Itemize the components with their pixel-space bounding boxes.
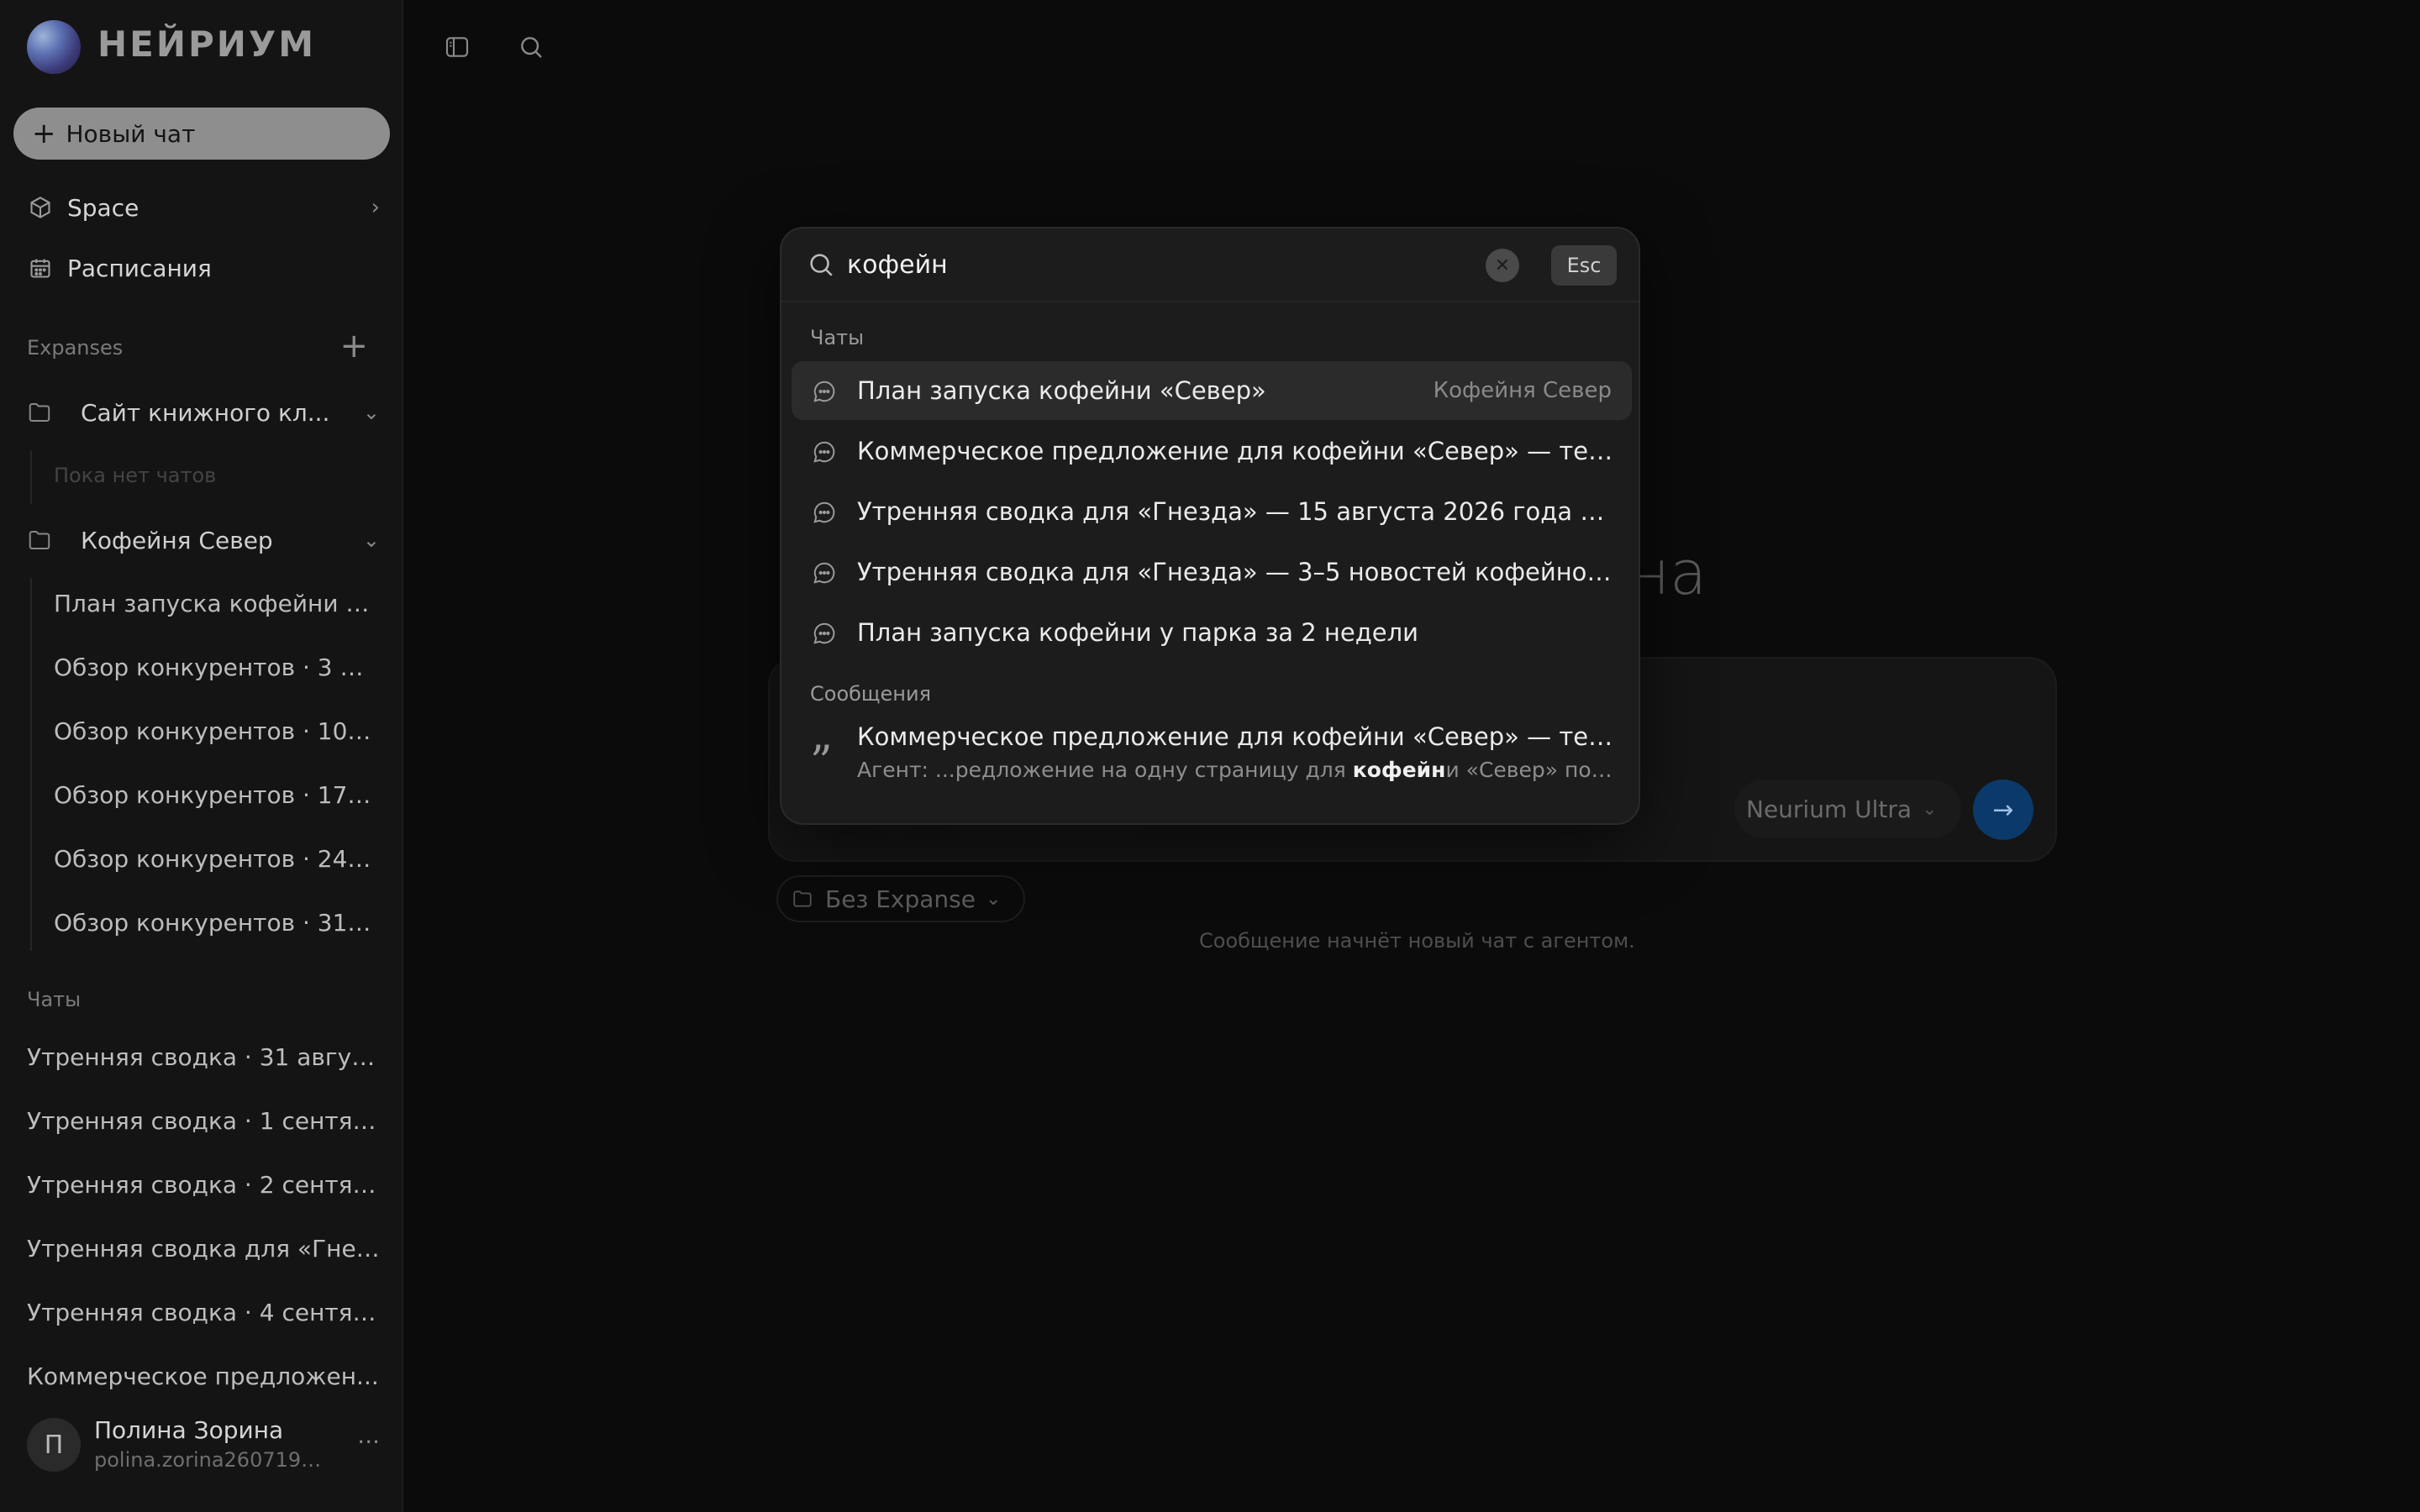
chat-item[interactable]: Коммерческое предложен...: [27, 1362, 380, 1390]
result-title: Утренняя сводка для «Гнезда» — 3–5 новос…: [857, 558, 1613, 586]
sidebar-item-label: Space: [67, 193, 139, 222]
result-title: Коммерческое предложение для кофейни «Се…: [857, 437, 1613, 465]
chat-bubble-icon: [812, 379, 837, 404]
chevron-down-icon: ⌄: [362, 528, 380, 552]
arrow-right-icon: →: [1992, 795, 2014, 825]
sidebar-item-label: Расписания: [67, 254, 212, 282]
search-bar: ✕ Esc: [781, 228, 1639, 302]
folder-chat-item[interactable]: Обзор конкурентов · 24 ...: [54, 845, 373, 873]
hero-title-fragment: на: [1630, 538, 1707, 608]
search-icon: [807, 250, 835, 282]
folder-empty-note: Пока нет чатов: [54, 464, 217, 487]
folder-label: Кофейня Север: [81, 526, 273, 554]
sidebar: НЕЙРИУМ + Новый чат Space › Расписания E…: [0, 0, 403, 1512]
search-result-chat[interactable]: План запуска кофейни «Север» Кофейня Сев…: [792, 361, 1632, 420]
new-chat-button[interactable]: + Новый чат: [13, 108, 390, 160]
folder-label: Сайт книжного кл...: [81, 398, 330, 427]
snippet-suffix: и «Север» по содер...: [1445, 758, 1613, 782]
search-result-chat[interactable]: Коммерческое предложение для кофейни «Се…: [792, 422, 1632, 480]
search-button[interactable]: [514, 30, 548, 64]
expanse-label: Без Expanse: [825, 885, 976, 913]
sidebar-item-space[interactable]: Space ›: [27, 186, 380, 228]
chevron-down-icon: ⌄: [1922, 798, 1938, 820]
folder-chat-item[interactable]: Обзор конкурентов · 17 а...: [54, 781, 373, 809]
search-result-message[interactable]: ” Коммерческое предложение для кофейни «…: [792, 717, 1632, 801]
chat-bubble-icon: [812, 439, 837, 465]
more-options-icon[interactable]: ···: [357, 1428, 380, 1456]
result-title: Утренняя сводка для «Гнезда» — 15 август…: [857, 497, 1613, 526]
results-group-chats: Чаты: [810, 326, 865, 349]
search-result-chat[interactable]: Утренняя сводка для «Гнезда» — 15 август…: [792, 482, 1632, 541]
tree-guide: [30, 578, 32, 951]
chevron-right-icon: ›: [371, 195, 380, 220]
folder-chat-item[interactable]: План запуска кофейни «...: [54, 590, 373, 617]
result-title: План запуска кофейни «Север»: [857, 376, 1266, 405]
esc-button[interactable]: Esc: [1551, 245, 1617, 286]
user-name: Полина Зорина: [94, 1416, 284, 1444]
model-select[interactable]: Neurium Ultra ⌄: [1734, 780, 1961, 838]
folder-chat-item[interactable]: Обзор конкурентов · 10 а...: [54, 717, 373, 745]
quote-icon: ”: [810, 738, 833, 788]
search-icon: [521, 37, 542, 58]
send-button[interactable]: →: [1973, 780, 2033, 840]
composer-hint: Сообщение начнёт новый чат с агентом.: [1199, 929, 1635, 953]
result-folder: Кофейня Север: [1433, 378, 1612, 403]
folder-icon: [27, 400, 57, 425]
brand-name: НЕЙРИУМ: [97, 24, 317, 65]
search-result-chat[interactable]: Утренняя сводка для «Гнезда» — 3–5 новос…: [792, 543, 1632, 601]
folder-icon: [27, 528, 57, 553]
result-title: План запуска кофейни у парка за 2 недели: [857, 618, 1419, 647]
tree-guide: [30, 450, 32, 504]
chat-bubble-icon: [812, 560, 837, 585]
avatar: П: [27, 1418, 81, 1472]
search-result-chat[interactable]: План запуска кофейни у парка за 2 недели: [792, 603, 1632, 662]
chat-bubble-icon: [812, 621, 837, 646]
add-expanse-button[interactable]: +: [339, 329, 368, 363]
plus-icon: +: [32, 117, 56, 150]
result-title: Коммерческое предложение для кофейни «Се…: [857, 722, 1613, 751]
expanses-section-label: Expanses: [27, 336, 124, 360]
chat-item[interactable]: Утренняя сводка для «Гнез...: [27, 1235, 380, 1263]
chats-section-label: Чаты: [27, 988, 82, 1011]
folder-chat-item[interactable]: Обзор конкурентов · 31 а...: [54, 909, 373, 937]
expanse-select[interactable]: Без Expanse ⌄: [776, 875, 1025, 922]
clear-search-button[interactable]: ✕: [1486, 249, 1519, 282]
brand-logo-icon: [27, 20, 81, 74]
chevron-down-icon: ⌄: [985, 888, 1002, 910]
search-modal: ✕ Esc Чаты План запуска кофейни «Север» …: [780, 227, 1640, 825]
results-group-messages: Сообщения: [810, 682, 932, 706]
toggle-sidebar-button[interactable]: [440, 30, 474, 64]
snippet-prefix: Агент: ...редложение на одну страницу дл…: [857, 758, 1353, 782]
close-icon: ✕: [1494, 255, 1511, 276]
user-profile[interactable]: П Полина Зорина polina.zorina260719@... …: [27, 1416, 380, 1475]
user-email: polina.zorina260719@...: [94, 1448, 338, 1472]
folder-chat-item[interactable]: Обзор конкурентов · 3 а...: [54, 654, 373, 681]
chat-item[interactable]: Утренняя сводка · 2 сентяб...: [27, 1171, 380, 1199]
sidebar-item-schedules[interactable]: Расписания: [27, 247, 380, 289]
chat-item[interactable]: Утренняя сводка · 4 сентяб...: [27, 1299, 380, 1326]
folder-coffee-sever[interactable]: Кофейня Север ⌄: [27, 519, 380, 561]
snippet-match: кофейн: [1352, 758, 1446, 782]
result-snippet: Агент: ...редложение на одну страницу дл…: [857, 758, 1613, 782]
sidebar-toggle-icon: [445, 37, 469, 57]
chat-item[interactable]: Утренняя сводка · 31 августа: [27, 1043, 380, 1071]
chat-item[interactable]: Утренняя сводка · 1 сентяб...: [27, 1107, 380, 1135]
folder-book-club-site[interactable]: Сайт книжного кл... ⌄: [27, 391, 380, 433]
cube-icon: [27, 194, 54, 221]
chevron-down-icon: ⌄: [362, 401, 380, 424]
new-chat-label: Новый чат: [66, 119, 196, 148]
calendar-icon: [27, 255, 54, 281]
search-input[interactable]: [847, 244, 1435, 286]
model-label: Neurium Ultra: [1746, 795, 1912, 823]
chat-bubble-icon: [812, 500, 837, 525]
folder-icon: [792, 888, 813, 910]
